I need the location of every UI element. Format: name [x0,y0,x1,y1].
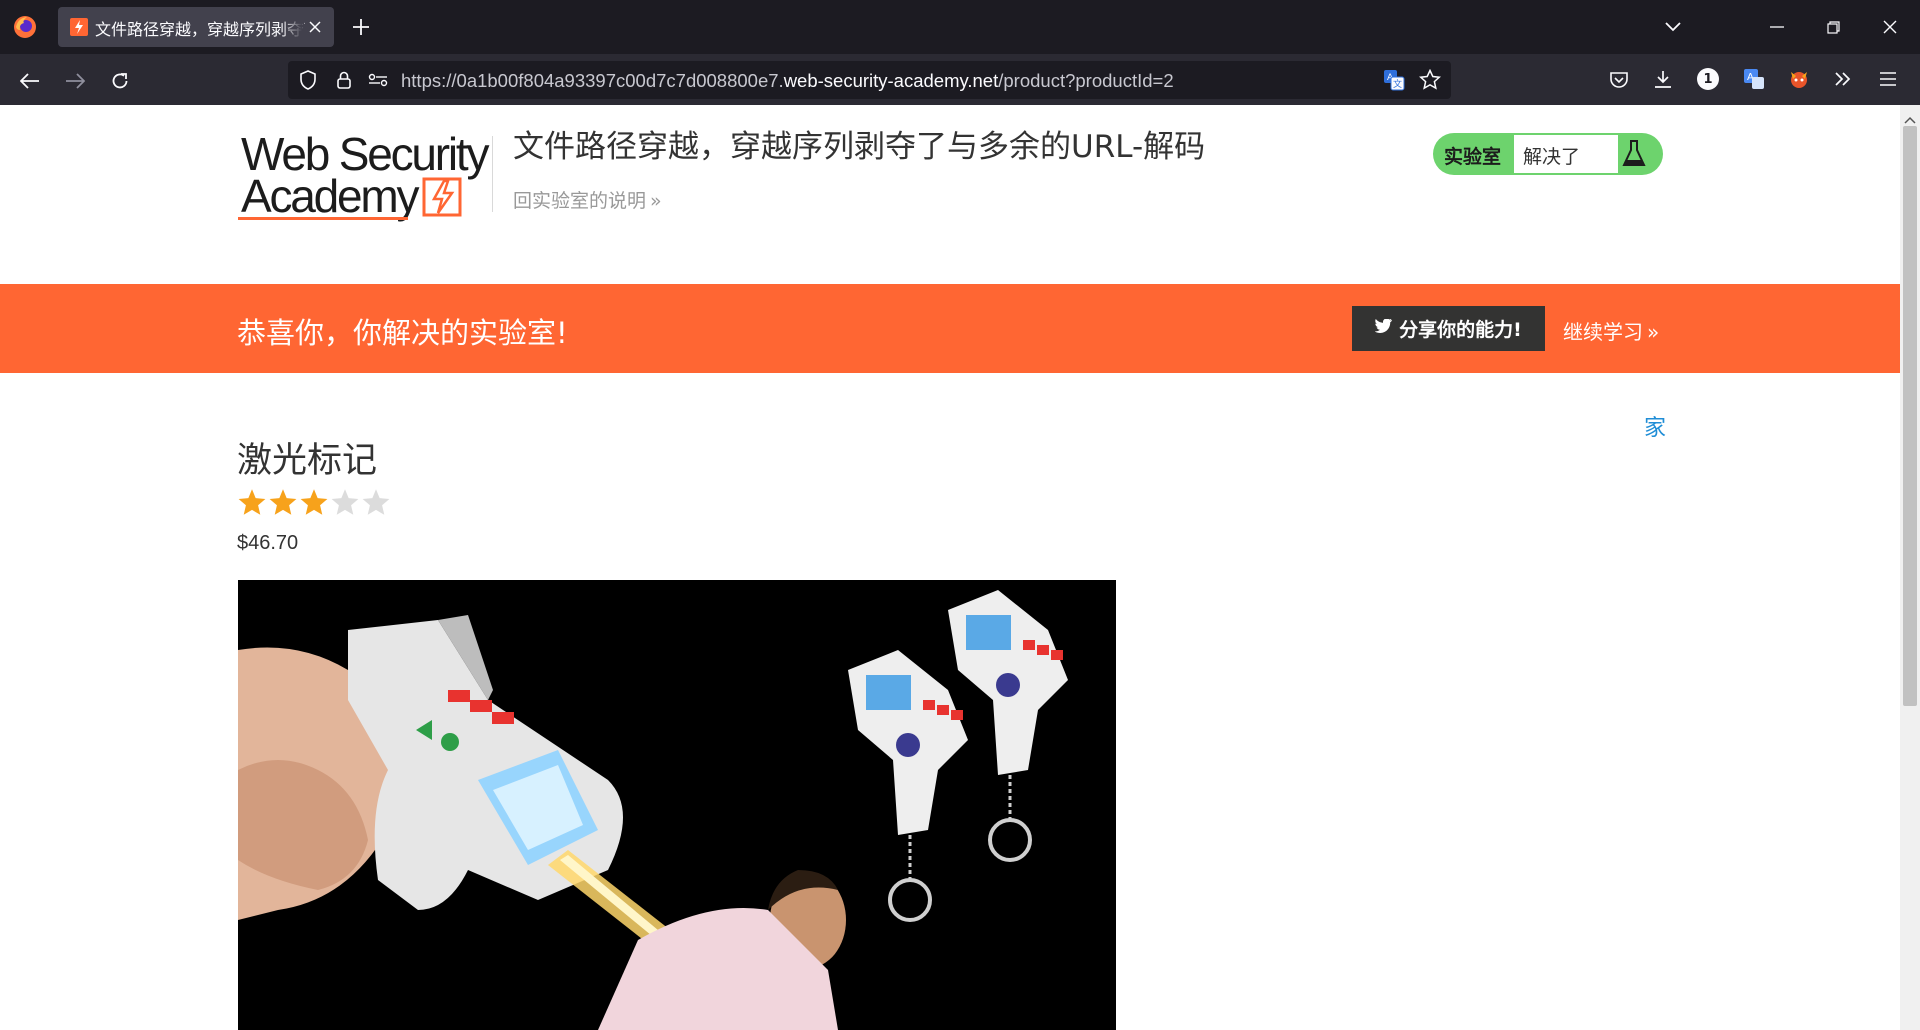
page-scrollbar-thumb[interactable] [1903,126,1917,706]
product-image [238,580,1116,1030]
continue-learning-link[interactable]: 继续学习» [1563,316,1659,345]
url-text[interactable]: https://0a1b00f804a93397c00d7c7d008800e7… [401,70,1174,92]
congrats-message: 恭喜你，你解决的实验室! [237,316,568,350]
fox-extension-icon[interactable] [1787,67,1811,91]
tab-title: 文件路径穿越，穿越序列剥夺了与多余的URL-解码 [95,20,305,39]
logo-bolt-icon [420,175,464,219]
back-to-description-link[interactable]: 回实验室的说明» [513,186,662,213]
firefox-menu-icon[interactable] [12,14,38,40]
flask-icon [1618,137,1650,171]
permissions-icon[interactable] [366,69,390,91]
star-filled-icon [300,489,328,515]
product-price: $46.70 [237,532,299,554]
share-button-label: 分享你的能力! [1399,319,1522,341]
star-empty-icon [362,489,390,515]
tracking-protection-shield-icon[interactable] [297,69,319,91]
product-name: 激光标记 [237,441,378,481]
window-restore-icon[interactable] [1820,14,1846,40]
double-chevron-right-icon: » [1647,320,1660,344]
overflow-menu-chevrons-icon[interactable] [1831,67,1855,91]
svg-text:文: 文 [1393,78,1402,90]
hamburger-menu-icon[interactable] [1876,67,1900,91]
tab-favicon-icon [70,18,88,36]
translate-icon[interactable]: A文 [1382,68,1406,92]
back-arrow-icon[interactable] [16,67,44,95]
translate-extension-icon[interactable]: A [1742,67,1766,91]
extension-badge-count: 1 [1703,71,1713,87]
logo-text-line2[interactable]: Academy [241,173,420,219]
reload-icon[interactable] [106,67,134,95]
product-rating [237,488,391,516]
pocket-icon[interactable] [1607,68,1631,92]
continue-learning-label: 继续学习 [1563,320,1643,344]
star-filled-icon [238,489,266,515]
home-link[interactable]: 家 [1644,410,1666,442]
window-close-icon[interactable] [1877,14,1903,40]
lab-status-label: 实验室 [1444,146,1502,168]
tab-close-icon[interactable] [304,16,326,38]
lock-icon[interactable] [333,69,355,91]
new-tab-plus-icon[interactable] [348,14,374,40]
forward-arrow-icon[interactable] [61,67,89,95]
extension-badge-icon[interactable]: 1 [1697,68,1719,90]
header-divider [492,136,493,212]
bookmark-star-icon[interactable] [1418,68,1442,92]
back-link-label: 回实验室的说明 [513,190,647,212]
star-filled-icon [269,489,297,515]
list-all-tabs-chevron-down-icon[interactable] [1660,14,1686,40]
double-chevron-right-icon: » [650,190,662,212]
downloads-icon[interactable] [1651,67,1675,91]
lab-status-value: 解决了 [1523,146,1581,168]
star-empty-icon [331,489,359,515]
logo-underline [238,217,408,220]
scroll-up-arrow-icon[interactable] [1904,109,1916,124]
lab-title: 文件路径穿越，穿越序列剥夺了与多余的URL-解码 [513,129,1206,165]
twitter-bird-icon [1374,318,1393,338]
share-skills-button[interactable]: 分享你的能力! [1352,306,1545,351]
window-minimize-icon[interactable] [1764,14,1790,40]
